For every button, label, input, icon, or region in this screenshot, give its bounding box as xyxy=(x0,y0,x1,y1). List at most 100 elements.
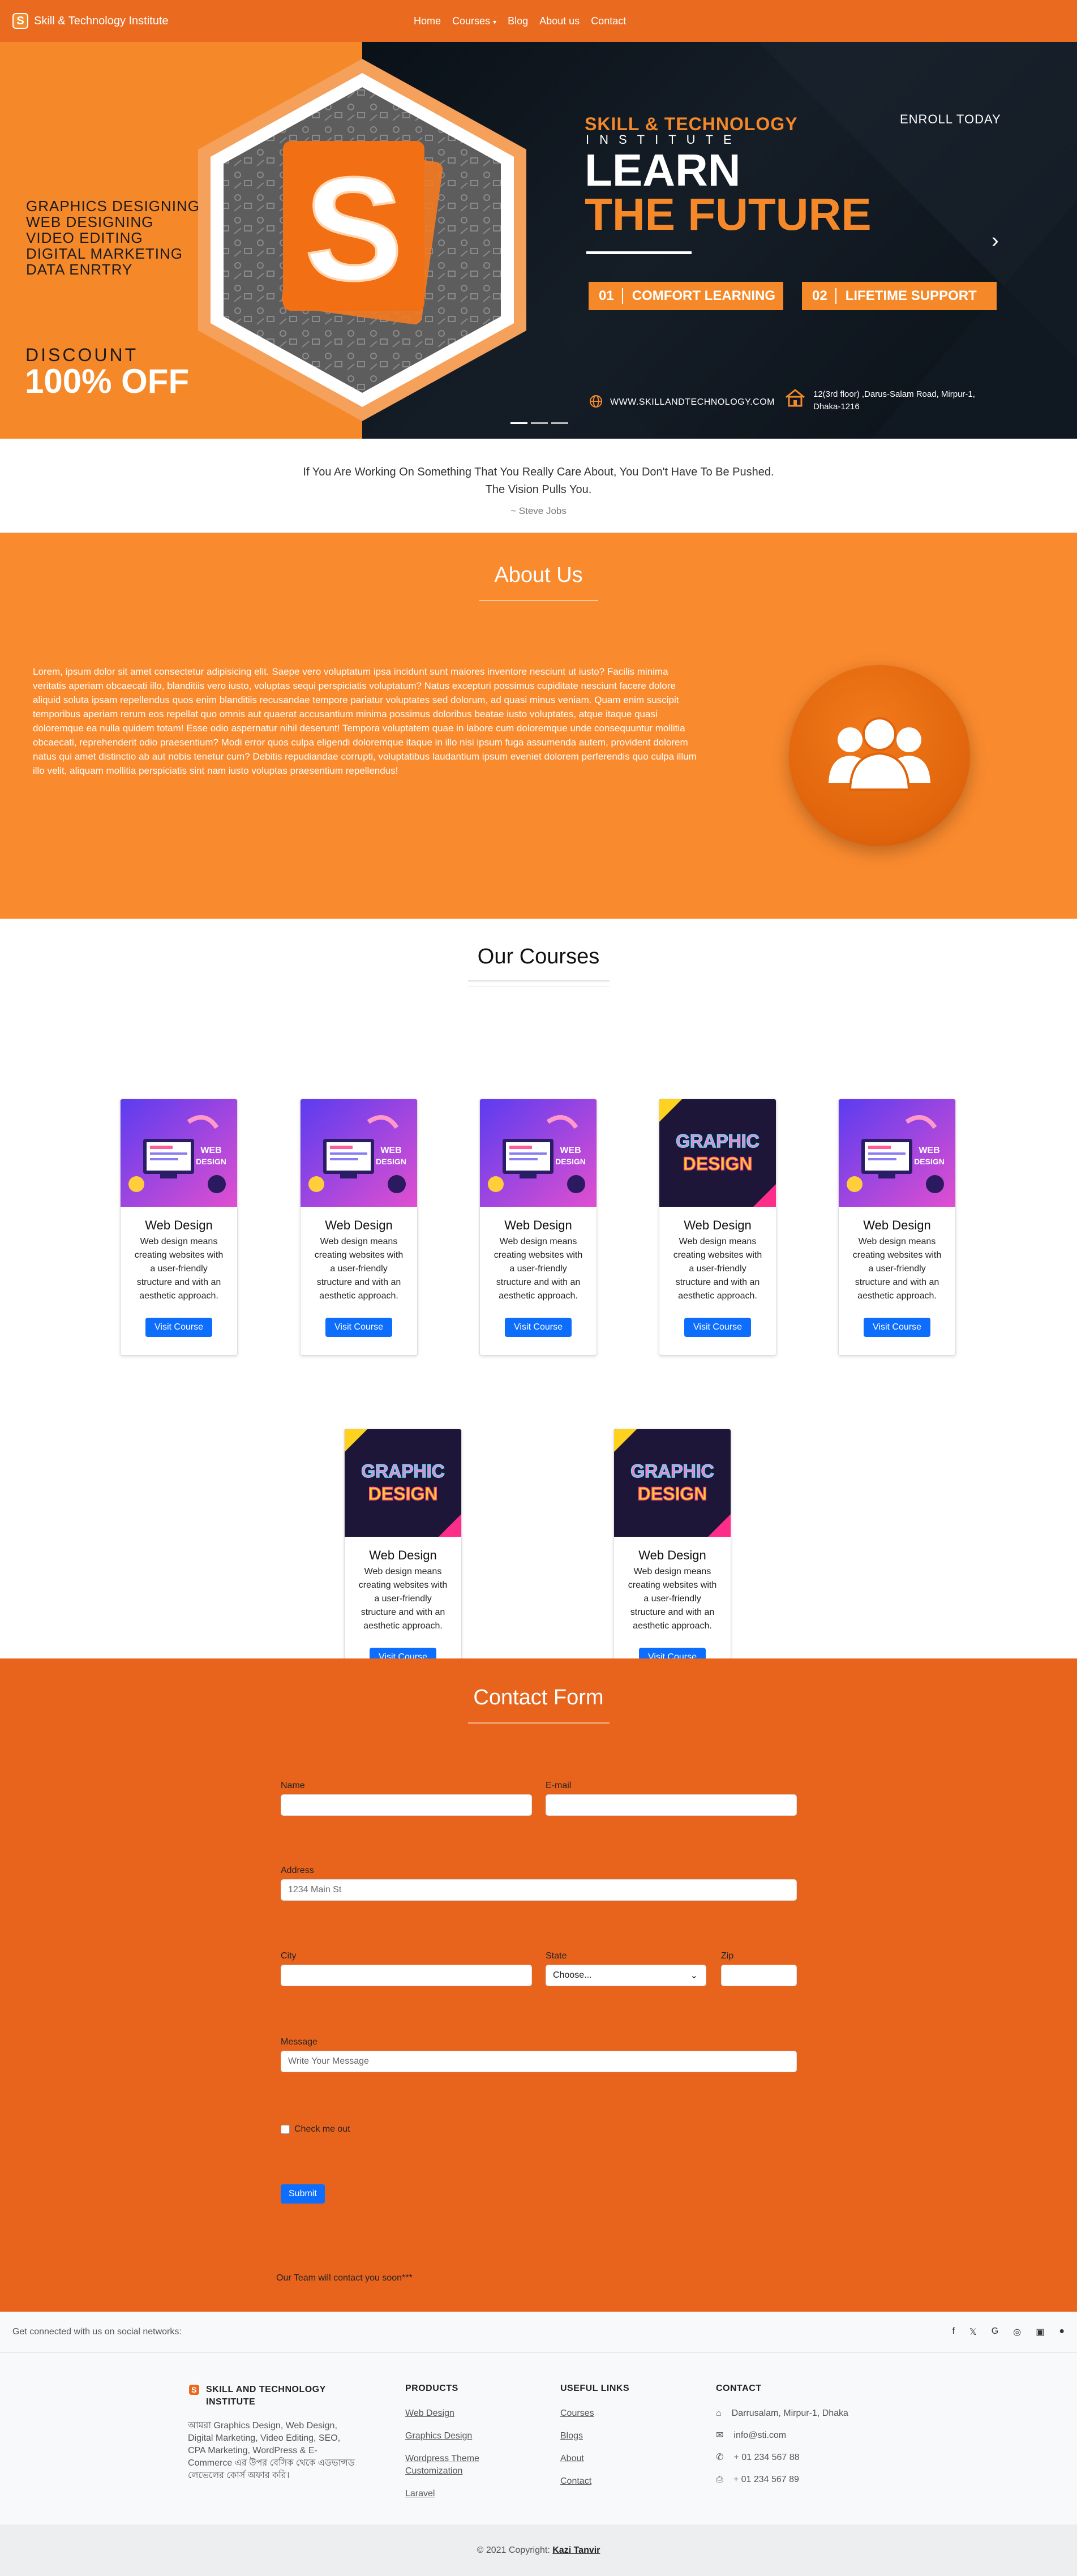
title-divider xyxy=(467,1722,610,1724)
submit-button[interactable]: Submit xyxy=(281,2184,325,2204)
zip-input[interactable] xyxy=(721,1965,797,1986)
nav-courses-label: Courses xyxy=(452,15,491,27)
carousel-next-icon[interactable]: › xyxy=(992,229,999,253)
github-icon[interactable]: ● xyxy=(1059,2326,1065,2338)
state-label: State xyxy=(546,1951,567,1961)
course-title: Web Design xyxy=(863,1218,931,1232)
state-select[interactable]: Choose... ⌄ xyxy=(546,1965,706,1986)
courses-title: Our Courses xyxy=(477,945,600,968)
home-icon xyxy=(784,388,806,410)
name-input[interactable] xyxy=(281,1794,532,1816)
courses-section: Our Courses WEB DESIGN Web Design Web de… xyxy=(0,919,1077,1686)
navbar-brand[interactable]: S Skill & Technology Institute xyxy=(12,13,169,29)
footer-products-column: PRODUCTS Web Design Graphics Design Word… xyxy=(405,2384,501,2510)
thumb-text: DESIGN xyxy=(368,1484,438,1504)
visit-course-button[interactable]: Visit Course xyxy=(505,1318,572,1337)
instagram-icon[interactable]: ◎ xyxy=(1013,2326,1021,2338)
social-text: Get connected with us on social networks… xyxy=(12,2327,182,2337)
quote-line2: The Vision Pulls You. xyxy=(485,483,592,496)
hero-address: 12(3rd floor) ,Darus-Salam Road, Mirpur-… xyxy=(784,388,975,413)
nav-blog[interactable]: Blog xyxy=(508,15,528,27)
state-select-value: Choose... xyxy=(553,1970,592,1980)
message-input[interactable]: Write Your Message xyxy=(281,2051,797,2072)
footer-contact-fax: ⎙ + 01 234 567 89 xyxy=(716,2474,897,2486)
thumb-text: GRAPHIC xyxy=(361,1461,445,1481)
enroll-today-text: ENROLL TODAY xyxy=(900,112,1001,126)
brand-name: Skill & Technology Institute xyxy=(34,14,169,27)
copyright-bar: © 2021 Copyright: Kazi Tanvir xyxy=(0,2524,1077,2576)
footer-contact-phone: ✆ + 01 234 567 88 xyxy=(716,2451,897,2464)
pill-text: COMFORT LEARNING xyxy=(632,288,776,303)
nav-contact[interactable]: Contact xyxy=(591,15,626,27)
carousel-indicator[interactable] xyxy=(531,422,548,424)
course-description: Web design means creating websites with … xyxy=(494,1237,583,1301)
course-title: Web Design xyxy=(504,1218,572,1232)
thumb-text: GRAPHIC xyxy=(630,1461,714,1481)
linkedin-icon[interactable]: ▣ xyxy=(1036,2326,1044,2338)
website-url: WWW.SKILLANDTECHNOLOGY.COM xyxy=(610,397,775,407)
contact-title: Contact Form xyxy=(473,1686,604,1709)
footer-useful-link[interactable]: Blogs xyxy=(560,2430,657,2442)
address-input[interactable]: 1234 Main St xyxy=(281,1879,797,1901)
footer-product-link[interactable]: Wordpress Theme Customization xyxy=(405,2453,501,2478)
visit-course-button[interactable]: Visit Course xyxy=(864,1318,930,1337)
brand-logo-icon: S xyxy=(12,13,28,29)
hero-skills-list: GRAPHICS DESIGNING WEB DESIGNING VIDEO E… xyxy=(26,198,200,277)
check-me-out[interactable]: Check me out xyxy=(281,2124,350,2134)
google-icon[interactable]: G xyxy=(992,2326,998,2338)
footer-brand-column: S SKILL AND TECHNOLOGY INSTITUTE আমরা Gr… xyxy=(188,2384,358,2482)
footer-product-link[interactable]: Laravel xyxy=(405,2488,501,2500)
course-thumbnail-web-design: WEB DESIGN xyxy=(301,1099,417,1207)
footer-product-link[interactable]: Graphics Design xyxy=(405,2430,501,2442)
course-title: Web Design xyxy=(369,1548,437,1562)
nav-about[interactable]: About us xyxy=(539,15,580,27)
city-input[interactable] xyxy=(281,1965,532,1986)
social-bar: Get connected with us on social networks… xyxy=(0,2312,1077,2353)
skill-item: VIDEO EDITING xyxy=(26,229,143,246)
copyright-author-link[interactable]: Kazi Tanvir xyxy=(552,2545,600,2555)
about-text: Lorem, ipsum dolor sit amet consectetur … xyxy=(33,666,697,776)
footer-contact-email: ✉ info@sti.com xyxy=(716,2429,897,2442)
address-label: Address xyxy=(281,1866,314,1875)
checkbox[interactable] xyxy=(281,2125,290,2134)
carousel-indicator[interactable] xyxy=(551,422,568,424)
carousel-indicator[interactable] xyxy=(510,422,527,424)
facebook-icon[interactable]: f xyxy=(952,2326,954,2338)
visit-course-button[interactable]: Visit Course xyxy=(684,1318,751,1337)
contact-note: Our Team will contact you soon*** xyxy=(276,2273,413,2283)
course-description: Web design means creating websites with … xyxy=(358,1567,448,1631)
footer-contact-address: ⌂ Darrusalam, Mirpur-1, Dhaka xyxy=(716,2407,897,2420)
phone-text: + 01 234 567 88 xyxy=(733,2453,800,2462)
nav-courses-dropdown[interactable]: Courses ▾ xyxy=(452,15,496,27)
nav-home[interactable]: Home xyxy=(414,15,441,27)
course-description: Web design means creating websites with … xyxy=(673,1237,762,1301)
title-divider xyxy=(467,980,610,981)
thumb-text: DESIGN xyxy=(196,1157,226,1166)
thumb-text: DESIGN xyxy=(638,1484,707,1504)
footer-useful-link[interactable]: Contact xyxy=(560,2475,657,2488)
footer-product-link[interactable]: Web Design xyxy=(405,2407,501,2420)
skill-item: DATA ENRTRY xyxy=(26,261,133,278)
visit-course-button[interactable]: Visit Course xyxy=(325,1318,392,1337)
footer-products-title: PRODUCTS xyxy=(405,2384,458,2393)
navbar: S Skill & Technology Institute Home Cour… xyxy=(0,0,1077,42)
course-title: Web Design xyxy=(684,1218,752,1232)
footer-useful-link[interactable]: About xyxy=(560,2453,657,2465)
course-card: WEB DESIGN Web Design Web design means c… xyxy=(300,1099,418,1356)
course-card: GRAPHIC DESIGN Web Design Web design mea… xyxy=(659,1099,776,1356)
course-card: WEB DESIGN Web Design Web design means c… xyxy=(120,1099,238,1356)
course-title: Web Design xyxy=(325,1218,393,1232)
course-card: WEB DESIGN Web Design Web design means c… xyxy=(479,1099,597,1356)
pill-number: 02 xyxy=(802,288,836,304)
printer-icon: ⎙ xyxy=(716,2475,723,2484)
thumb-text: DESIGN xyxy=(376,1157,406,1166)
footer-contact-column: CONTACT ⌂ Darrusalam, Mirpur-1, Dhaka ✉ in… xyxy=(716,2384,897,2496)
email-input[interactable] xyxy=(546,1794,797,1816)
zip-label: Zip xyxy=(721,1951,734,1961)
footer-useful-link[interactable]: Courses xyxy=(560,2407,657,2420)
feature-pill-comfort: 01 COMFORT LEARNING xyxy=(589,282,783,310)
twitter-icon[interactable]: 𝕏 xyxy=(969,2326,977,2338)
skill-item: DIGITAL MARKETING xyxy=(26,245,183,262)
course-description: Web design means creating websites with … xyxy=(852,1237,942,1301)
visit-course-button[interactable]: Visit Course xyxy=(145,1318,212,1337)
